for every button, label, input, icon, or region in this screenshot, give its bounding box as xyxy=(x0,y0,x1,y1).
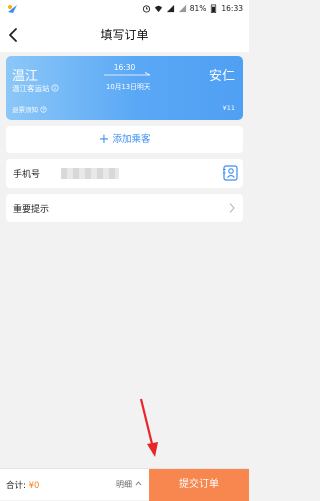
departure-station[interactable]: 温江客运站 xyxy=(12,83,59,94)
ticket-price: ¥11 xyxy=(222,104,235,112)
price-detail-label: 明细 xyxy=(116,480,132,489)
add-passenger-button[interactable]: + 添加乘客 xyxy=(6,126,243,153)
total-summary: 合计: ¥0 xyxy=(6,479,39,491)
total-amount: ¥0 xyxy=(28,481,40,491)
total-label: 合计: xyxy=(6,481,26,491)
refund-notice-link[interactable]: 退票须知 xyxy=(12,104,47,114)
price-detail-toggle[interactable]: 明细 xyxy=(116,479,142,490)
status-time: 16:33 xyxy=(221,4,243,13)
info-icon xyxy=(50,84,59,92)
signal-2-icon xyxy=(178,4,186,13)
signal-icon xyxy=(166,4,174,13)
phone-label: 手机号 xyxy=(13,170,41,180)
order-footer-bar: 合计: ¥0 明细 提交订单 xyxy=(0,468,249,501)
battery-percent: 81% xyxy=(189,4,207,13)
contact-book-icon[interactable] xyxy=(223,165,238,181)
departure-station-name: 温江客运站 xyxy=(12,84,50,93)
page-title: 填写订单 xyxy=(100,28,149,42)
phone-field-row: 手机号 xyxy=(6,159,243,188)
top-nav-bar: 填写订单 xyxy=(0,18,249,52)
plus-icon: + xyxy=(98,132,110,147)
departure-time: 16:30 xyxy=(113,63,136,72)
chevron-up-icon xyxy=(135,481,142,486)
departure-date: 10月13日 xyxy=(106,83,137,91)
refund-notice-label: 退票须知 xyxy=(12,106,38,114)
red-pointer-arrow-icon xyxy=(139,398,158,457)
battery-icon xyxy=(211,4,217,13)
chevron-right-icon xyxy=(229,203,235,213)
help-icon xyxy=(40,106,47,113)
back-arrow-icon[interactable] xyxy=(7,26,21,44)
important-notice-label: 重要提示 xyxy=(13,205,50,215)
app-notification-icon xyxy=(8,5,17,13)
route-arrow-icon xyxy=(104,72,151,76)
alarm-icon xyxy=(142,5,150,13)
arrival-city: 安仁 xyxy=(208,69,235,84)
submit-order-button[interactable]: 提交订单 xyxy=(149,469,249,501)
phone-input[interactable] xyxy=(61,168,119,179)
departure-day: 明天 xyxy=(137,83,151,91)
important-notice-row[interactable]: 重要提示 xyxy=(6,194,243,222)
trip-summary-card: 温江 16:30 安仁 温江客运站 10月13日 明天 退票须知 ¥11 xyxy=(6,56,243,120)
wifi-icon xyxy=(154,5,162,13)
add-passenger-label: 添加乘客 xyxy=(112,134,151,145)
status-bar: 81% 16:33 xyxy=(0,0,249,18)
